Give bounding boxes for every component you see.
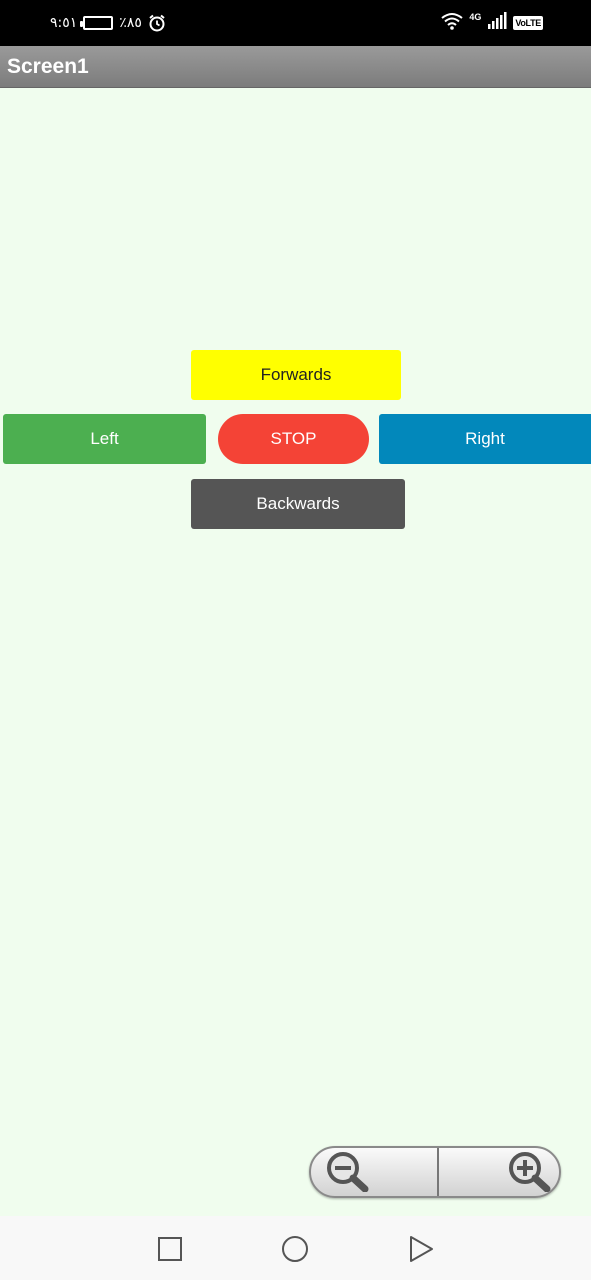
- battery-percent: ٪٨٥: [119, 15, 142, 31]
- backwards-button[interactable]: Backwards: [191, 479, 405, 529]
- zoom-in-icon: [505, 1148, 553, 1196]
- status-right-group: 4G VoLTE: [441, 11, 543, 35]
- volte-icon: VoLTE: [513, 16, 543, 30]
- forwards-button[interactable]: Forwards: [191, 350, 401, 400]
- signal-icon: [487, 11, 507, 35]
- title-bar: Screen1: [0, 46, 591, 88]
- recents-icon: [158, 1237, 182, 1261]
- battery-icon: [80, 16, 114, 30]
- navigation-bar: [0, 1216, 591, 1280]
- zoom-in-button[interactable]: [439, 1148, 559, 1196]
- home-icon: [282, 1236, 308, 1262]
- back-icon: [410, 1236, 433, 1262]
- right-button[interactable]: Right: [379, 414, 591, 464]
- stop-button[interactable]: STOP: [218, 414, 369, 464]
- left-button[interactable]: Left: [3, 414, 206, 464]
- network-type: 4G: [469, 12, 482, 22]
- home-button[interactable]: [280, 1234, 310, 1264]
- status-bar: ٩:٥١ ٪٨٥ 4G VoLTE: [0, 0, 591, 46]
- zoom-out-button[interactable]: [311, 1148, 437, 1196]
- recents-button[interactable]: [155, 1234, 185, 1264]
- status-time: ٩:٥١: [50, 15, 78, 31]
- screen-title: Screen1: [7, 55, 89, 78]
- screen-canvas: Forwards Left STOP Right Backwards: [0, 88, 591, 1216]
- zoom-out-icon: [323, 1148, 371, 1196]
- status-left-group: ٩:٥١ ٪٨٥: [50, 12, 166, 34]
- alarm-icon: [148, 14, 166, 32]
- zoom-control: [309, 1146, 561, 1198]
- back-button[interactable]: [406, 1234, 436, 1264]
- wifi-icon: [441, 12, 463, 35]
